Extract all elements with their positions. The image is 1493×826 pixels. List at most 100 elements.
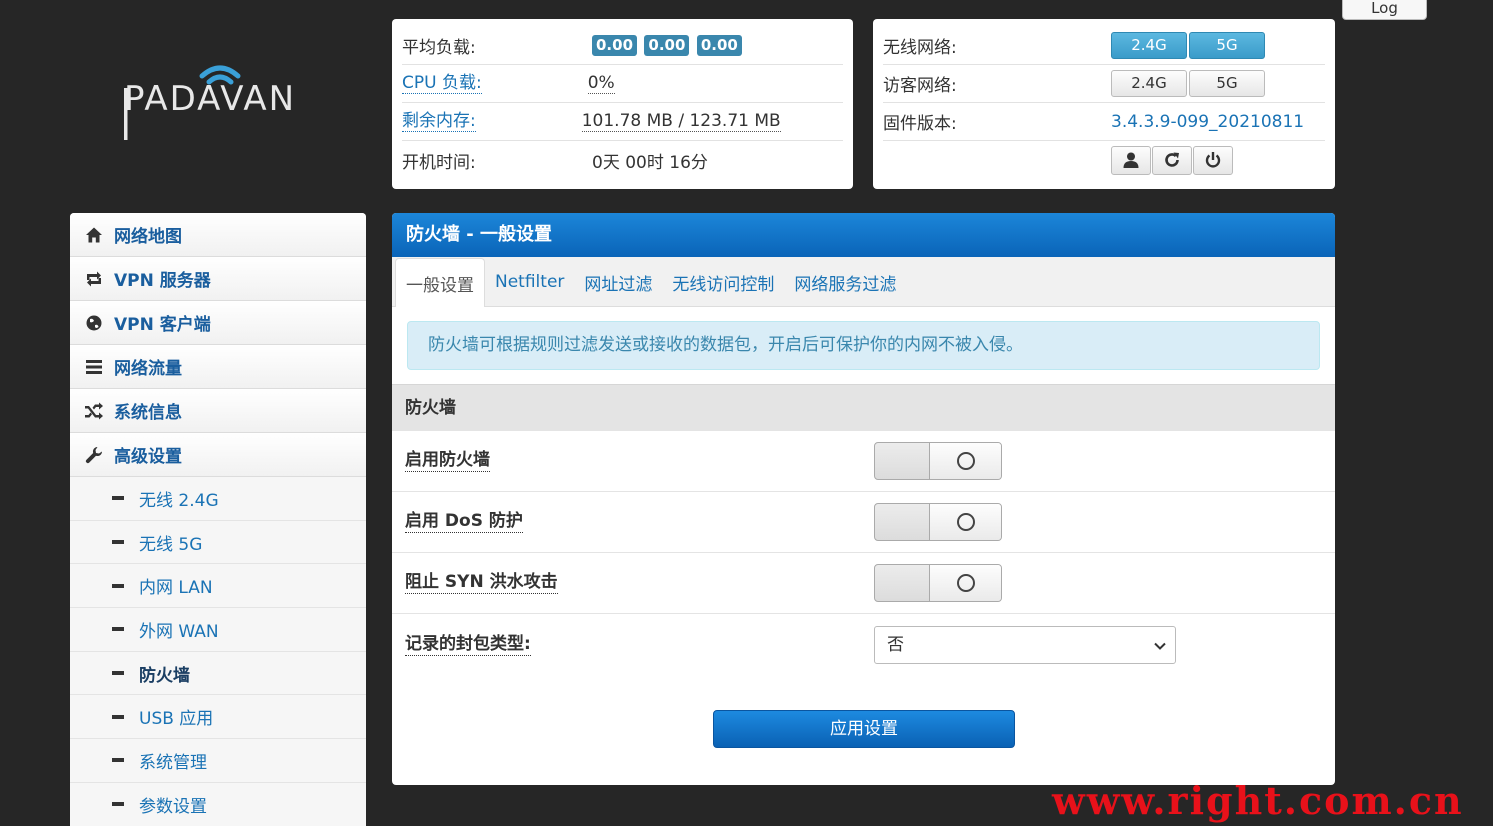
- cpu-load-value: 0%: [587, 73, 615, 94]
- globe-icon: [86, 315, 102, 330]
- wireless-5g-button[interactable]: 5G: [1189, 32, 1265, 59]
- enable-firewall-row: 启用防火墙: [392, 431, 1335, 492]
- dash-icon: [112, 671, 124, 676]
- avg-load-values: 0.00 0.00 0.00: [592, 35, 843, 56]
- sidebar-item-advanced[interactable]: 高级设置: [70, 433, 366, 477]
- memory-row: 剩余内存: 101.78 MB / 123.71 MB: [402, 103, 843, 141]
- sidebar-subitem-label: 无线 5G: [139, 534, 203, 555]
- random-icon: [85, 402, 103, 419]
- circle-icon: [957, 452, 975, 470]
- dash-icon: [112, 714, 124, 719]
- memory-value: 101.78 MB / 123.71 MB: [581, 111, 781, 132]
- apply-settings-button[interactable]: 应用设置: [713, 710, 1015, 748]
- padavan-logo: PADAVAN: [118, 58, 328, 148]
- sidebar-subitem-label: 无线 2.4G: [139, 490, 219, 511]
- log-packets-value: 否: [887, 634, 904, 655]
- dash-icon: [112, 583, 124, 588]
- sidebar-subitem-wireless-5g[interactable]: 无线 5G: [70, 520, 366, 565]
- tab-bar: 一般设置 Netfilter 网址过滤 无线访问控制 网络服务过滤: [392, 257, 1335, 307]
- load-1min-badge: 0.00: [592, 35, 638, 56]
- sidebar: 网络地图 VPN 服务器 VPN 客户端 网络流量 系统信息 高级设置 无线 2…: [70, 213, 366, 826]
- enable-dos-row: 启用 DoS 防护: [392, 492, 1335, 553]
- block-syn-row: 阻止 SYN 洪水攻击: [392, 553, 1335, 614]
- circle-icon: [957, 574, 975, 592]
- sidebar-item-label: 网络地图: [114, 227, 182, 247]
- sidebar-subitem-label: 系统管理: [139, 752, 207, 773]
- firmware-label: 固件版本:: [883, 114, 957, 134]
- log-packets-select[interactable]: 否: [874, 625, 1176, 664]
- dash-icon: [112, 758, 124, 763]
- tab-wireless-access[interactable]: 无线访问控制: [662, 258, 784, 306]
- sidebar-subitem-wan[interactable]: 外网 WAN: [70, 608, 366, 652]
- load-15min-badge: 0.00: [696, 35, 742, 56]
- dash-icon: [112, 627, 124, 632]
- tab-url-filter[interactable]: 网址过滤: [574, 258, 662, 306]
- log-button[interactable]: Log: [1342, 0, 1427, 20]
- sidebar-subitem-administration[interactable]: 系统管理: [70, 739, 366, 783]
- power-button[interactable]: [1193, 145, 1233, 175]
- power-icon: [1205, 152, 1221, 168]
- sidebar-item-system-info[interactable]: 系统信息: [70, 389, 366, 433]
- sidebar-subitem-label: 内网 LAN: [139, 578, 213, 599]
- site-watermark: www.right.com.cn: [1052, 778, 1464, 823]
- sidebar-item-network-map[interactable]: 网络地图: [70, 213, 366, 257]
- tab-service-filter[interactable]: 网络服务过滤: [784, 258, 906, 306]
- refresh-icon: [1165, 152, 1179, 167]
- dash-icon: [112, 802, 124, 807]
- sidebar-item-label: VPN 服务器: [114, 271, 211, 291]
- sidebar-item-label: 高级设置: [114, 447, 182, 467]
- list-icon: [86, 359, 102, 374]
- sidebar-subitem-label: 防火墙: [139, 665, 190, 686]
- wifi-logo-icon: PADAVAN: [124, 65, 296, 140]
- sidebar-subitem-usb[interactable]: USB 应用: [70, 695, 366, 740]
- dash-icon: [112, 496, 124, 501]
- wireless-24g-button[interactable]: 2.4G: [1111, 32, 1187, 59]
- block-syn-label: 阻止 SYN 洪水攻击: [405, 572, 558, 594]
- tab-general[interactable]: 一般设置: [395, 258, 485, 307]
- enable-dos-toggle[interactable]: [874, 503, 1002, 541]
- firmware-row: 固件版本: 3.4.3.9-099_20210811: [883, 103, 1325, 141]
- cpu-load-link[interactable]: CPU 负载:: [402, 73, 482, 94]
- sidebar-subitem-label: USB 应用: [139, 709, 214, 730]
- main-panel: 防火墙 - 一般设置 一般设置 Netfilter 网址过滤 无线访问控制 网络…: [392, 213, 1335, 785]
- sidebar-subitem-label: 参数设置: [139, 796, 207, 817]
- sidebar-item-vpn-client[interactable]: VPN 客户端: [70, 301, 366, 345]
- log-packets-row: 记录的封包类型: 否: [392, 614, 1335, 675]
- info-alert: 防火墙可根据规则过滤发送或接收的数据包，开启后可保护你的内网不被入侵。: [407, 321, 1320, 370]
- sidebar-item-label: 系统信息: [114, 403, 182, 423]
- guest-5g-button[interactable]: 5G: [1189, 70, 1265, 97]
- block-syn-toggle[interactable]: [874, 564, 1002, 602]
- sidebar-item-vpn-server[interactable]: VPN 服务器: [70, 257, 366, 301]
- page-title: 防火墙 - 一般设置: [392, 213, 1335, 257]
- uptime-value: 0天 00时 16分: [592, 152, 708, 173]
- retweet-icon: [87, 271, 101, 286]
- wireless-row: 无线网络: 2.4G 5G: [883, 27, 1325, 65]
- enable-firewall-toggle[interactable]: [874, 442, 1002, 480]
- cpu-row: CPU 负载: 0%: [402, 65, 843, 103]
- circle-icon: [957, 513, 975, 531]
- action-row: [883, 141, 1325, 179]
- section-title: 防火墙: [392, 384, 1335, 431]
- enable-firewall-label: 启用防火墙: [405, 450, 490, 472]
- log-packets-label: 记录的封包类型:: [405, 633, 531, 656]
- guest-24g-button[interactable]: 2.4G: [1111, 70, 1187, 97]
- refresh-button[interactable]: [1152, 145, 1192, 175]
- uptime-row: 开机时间: 0天 00时 16分: [402, 141, 843, 179]
- enable-dos-label: 启用 DoS 防护: [405, 511, 523, 533]
- sidebar-subitem-firewall[interactable]: 防火墙: [70, 651, 366, 696]
- sidebar-item-traffic[interactable]: 网络流量: [70, 345, 366, 389]
- firmware-version-link[interactable]: 3.4.3.9-099_20210811: [1111, 112, 1304, 132]
- logo-text: PADAVAN: [124, 79, 296, 119]
- user-icon: [1123, 152, 1139, 168]
- user-button[interactable]: [1111, 145, 1151, 175]
- sidebar-subitem-wireless-24g[interactable]: 无线 2.4G: [70, 477, 366, 521]
- tab-netfilter[interactable]: Netfilter: [485, 258, 574, 306]
- sidebar-subitem-lan[interactable]: 内网 LAN: [70, 564, 366, 609]
- sidebar-subitem-settings[interactable]: 参数设置: [70, 782, 366, 826]
- home-icon: [86, 227, 102, 242]
- memory-link[interactable]: 剩余内存:: [402, 111, 476, 132]
- sidebar-subitem-label: 外网 WAN: [139, 621, 219, 642]
- guest-row: 访客网络: 2.4G 5G: [883, 65, 1325, 103]
- wireless-label: 无线网络:: [883, 38, 957, 58]
- sidebar-item-label: 网络流量: [114, 359, 182, 379]
